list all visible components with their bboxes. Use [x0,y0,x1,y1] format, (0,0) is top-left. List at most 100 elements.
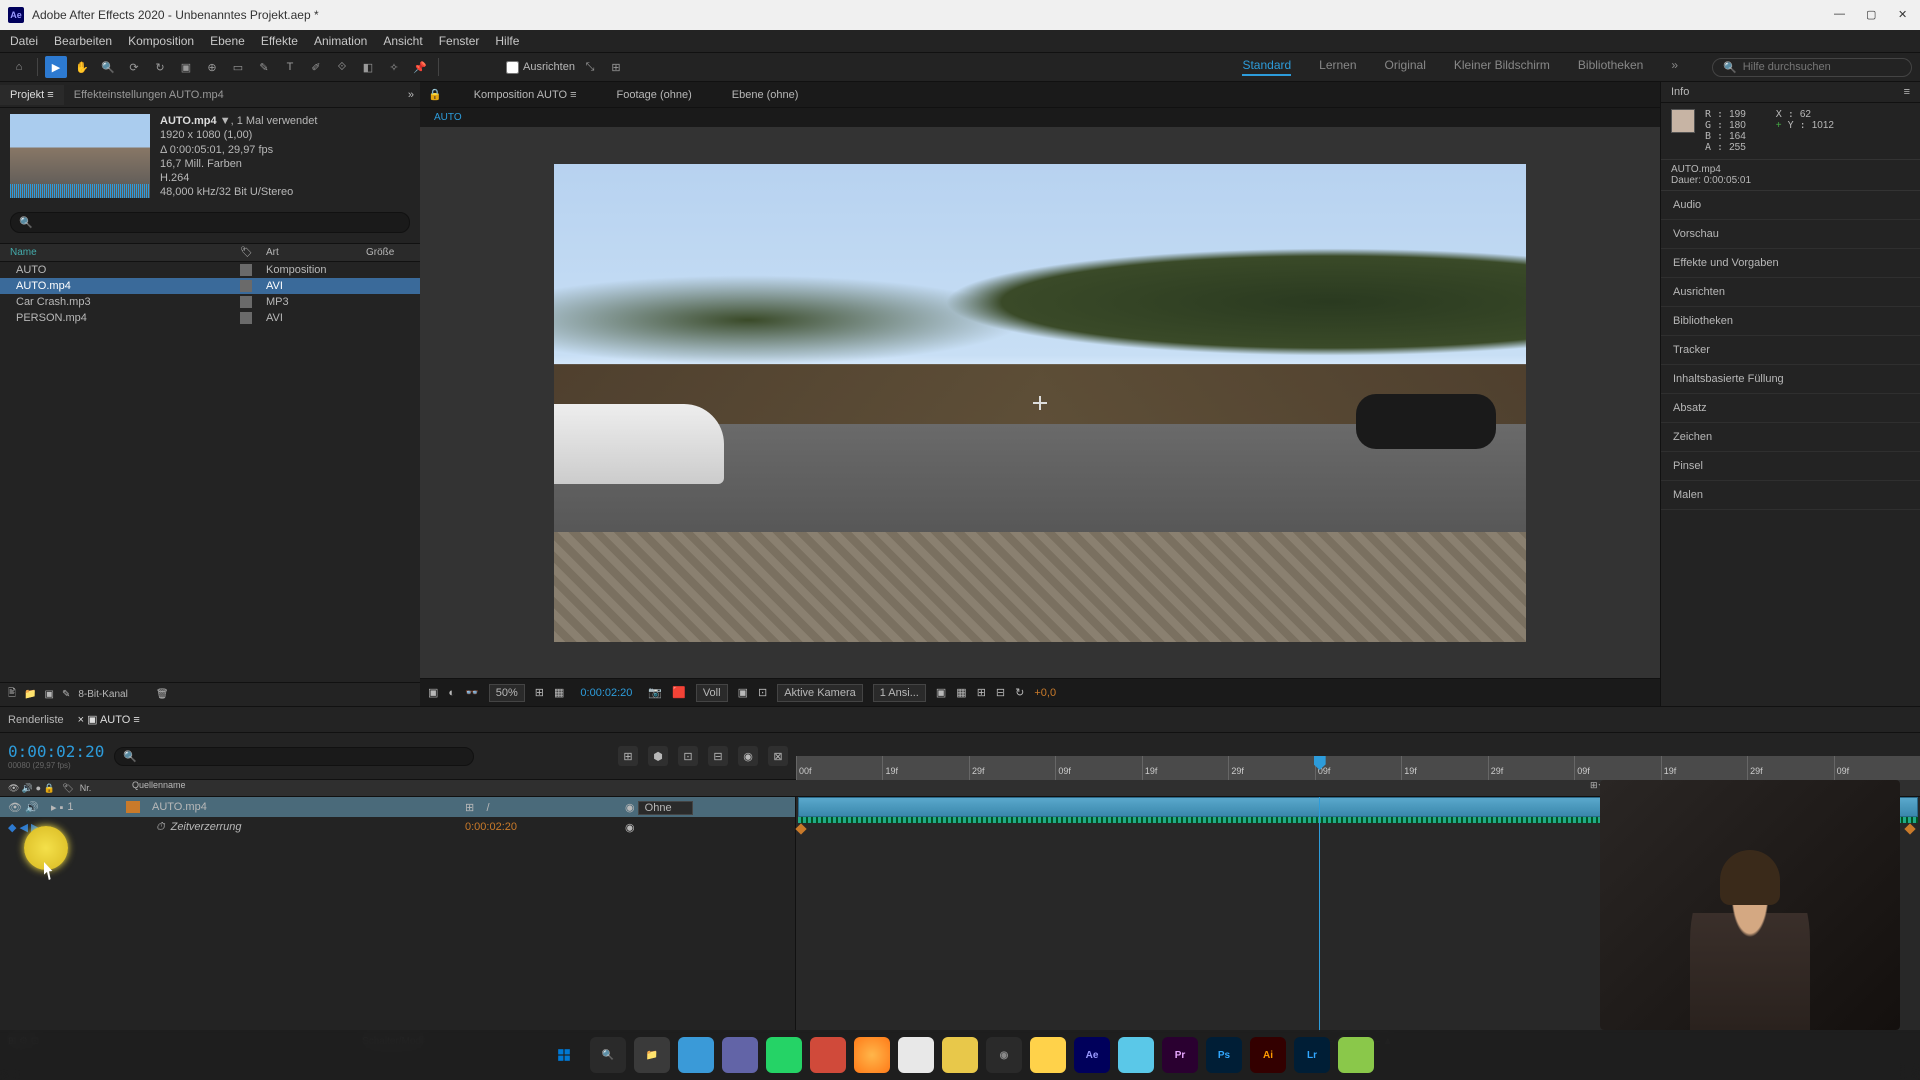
prop-zeitverzerrung[interactable]: ◆ ◀ ▶ ⏱ Zeitverzerrung 0:00:02:20 ◉ [0,817,795,837]
tab-project[interactable]: Projekt ≡ [0,85,64,105]
panel-bibliotheken[interactable]: Bibliotheken [1661,307,1920,336]
comp-crumb[interactable]: AUTO [434,112,462,123]
current-time[interactable]: 0:00:02:20 [8,742,104,761]
snap-opts[interactable]: ⊞ [605,56,627,78]
close-button[interactable]: ✕ [1898,8,1912,22]
panel-pinsel[interactable]: Pinsel [1661,452,1920,481]
taskbar-teams[interactable] [722,1037,758,1073]
anchor-tool[interactable]: ⊕ [201,56,223,78]
taskbar-ae[interactable]: Ae [1074,1037,1110,1073]
project-item-carcrash[interactable]: Car Crash.mp3 MP3 [0,294,420,310]
taskbar-firefox[interactable] [854,1037,890,1073]
taskbar-app-blue[interactable] [678,1037,714,1073]
menu-fenster[interactable]: Fenster [439,34,480,48]
menu-ansicht[interactable]: Ansicht [383,34,422,48]
viewer-lock-icon[interactable]: 🔒 [428,88,442,101]
footage-tab[interactable]: Footage (ohne) [609,87,700,103]
taskbar-app-g[interactable] [1338,1037,1374,1073]
taskbar-red[interactable] [810,1037,846,1073]
camera-tool[interactable]: ▣ [175,56,197,78]
view2-icon[interactable]: ▦ [956,686,966,699]
tab-comp[interactable]: AUTO [100,714,130,726]
taskbar-app-y[interactable] [942,1037,978,1073]
selection-tool[interactable]: ▶ [45,56,67,78]
tl-btn-4[interactable]: ⊟ [708,746,728,766]
layer-tab[interactable]: Ebene (ohne) [724,87,807,103]
project-item-auto[interactable]: AUTO Komposition [0,262,420,278]
project-item-auto-mp4[interactable]: AUTO.mp4 AVI [0,278,420,294]
taskbar-whatsapp[interactable] [766,1037,802,1073]
ws-biblio[interactable]: Bibliotheken [1578,58,1643,76]
menu-datei[interactable]: Datei [10,34,38,48]
menu-komposition[interactable]: Komposition [128,34,194,48]
taskbar-app-w[interactable] [898,1037,934,1073]
new-comp-icon[interactable]: ▣ [45,689,54,700]
resolution-dropdown[interactable]: Voll [696,684,728,702]
snapshot-icon[interactable]: 📷 [648,686,662,699]
ws-overflow-icon[interactable]: » [1671,58,1678,76]
taskbar-folder[interactable] [1030,1037,1066,1073]
col-size[interactable]: Größe [366,247,394,258]
home-icon[interactable]: ⌂ [8,56,30,78]
help-search[interactable]: 🔍 Hilfe durchsuchen [1712,58,1912,77]
panel-audio[interactable]: Audio [1661,191,1920,220]
tl-btn-3[interactable]: ⊡ [678,746,698,766]
hand-tool[interactable]: ✋ [71,56,93,78]
taskbar-explorer[interactable]: 📁 [634,1037,670,1073]
menu-bearbeiten[interactable]: Bearbeiten [54,34,112,48]
info-title[interactable]: Info [1671,86,1689,98]
tl-btn-6[interactable]: ⊠ [768,746,788,766]
viewer-time[interactable]: 0:00:02:20 [574,685,638,701]
col-name[interactable]: Name [10,247,240,258]
panel-zeichen[interactable]: Zeichen [1661,423,1920,452]
menu-effekte[interactable]: Effekte [261,34,298,48]
text-tool[interactable]: T [279,56,301,78]
taskbar-obs[interactable]: ◉ [986,1037,1022,1073]
viewport[interactable] [554,164,1526,642]
panel-overflow-icon[interactable]: » [402,89,420,101]
orbit-tool[interactable]: ⟳ [123,56,145,78]
tl-btn-2[interactable]: ⬢ [648,746,668,766]
rotate-tool[interactable]: ↻ [149,56,171,78]
project-item-person[interactable]: PERSON.mp4 AVI [0,310,420,326]
tab-render[interactable]: Renderliste [8,714,64,726]
panel-ausrichten[interactable]: Ausrichten [1661,278,1920,307]
col-art[interactable]: Art [266,247,366,258]
taskbar-search[interactable]: 🔍 [590,1037,626,1073]
taskbar-pr[interactable]: Pr [1162,1037,1198,1073]
alpha-icon[interactable]: ◐ [448,687,455,699]
new-folder-icon[interactable]: 📁 [24,689,36,700]
layer-1[interactable]: 👁 🔊 ▸ ▪ 1 AUTO.mp4 ⊞ / ◉ Ohne [0,797,795,817]
panel-content-fill[interactable]: Inhaltsbasierte Füllung [1661,365,1920,394]
menu-animation[interactable]: Animation [314,34,367,48]
roto-tool[interactable]: ✧ [383,56,405,78]
view4-icon[interactable]: ⊟ [996,686,1005,699]
keyframe-start[interactable] [795,823,806,834]
taskbar-ai[interactable]: Ai [1250,1037,1286,1073]
interpret-icon[interactable]: 🖹 [8,686,16,703]
clone-tool[interactable]: ⟐ [331,56,353,78]
view3-icon[interactable]: ⊞ [977,686,986,699]
tl-btn-5[interactable]: ◉ [738,746,758,766]
ws-original[interactable]: Original [1385,58,1426,76]
project-search[interactable]: 🔍 [10,212,410,233]
3d-icon[interactable]: 👓 [465,686,479,699]
minimize-button[interactable]: — [1834,8,1848,22]
offset-value[interactable]: +0,0 [1034,687,1056,699]
trash-icon[interactable]: 🗑 [156,689,169,700]
panel-tracker[interactable]: Tracker [1661,336,1920,365]
menu-ebene[interactable]: Ebene [210,34,245,48]
adjust-icon[interactable]: ✎ [62,689,70,700]
panel-menu-icon[interactable]: ≡ [1904,86,1910,98]
tl-btn-1[interactable]: ⊞ [618,746,638,766]
menu-hilfe[interactable]: Hilfe [495,34,519,48]
refresh-icon[interactable]: ↻ [1015,686,1024,699]
panel-absatz[interactable]: Absatz [1661,394,1920,423]
grid-icon[interactable]: ⊞ [535,686,544,699]
bit-depth[interactable]: 8-Bit-Kanal [78,689,127,700]
timeline-search[interactable]: 🔍 [114,747,474,766]
panel-effekte[interactable]: Effekte und Vorgaben [1661,249,1920,278]
guides-icon[interactable]: ▦ [554,686,564,699]
eraser-tool[interactable]: ◧ [357,56,379,78]
col-tag-icon[interactable]: 🏷 [240,247,266,258]
